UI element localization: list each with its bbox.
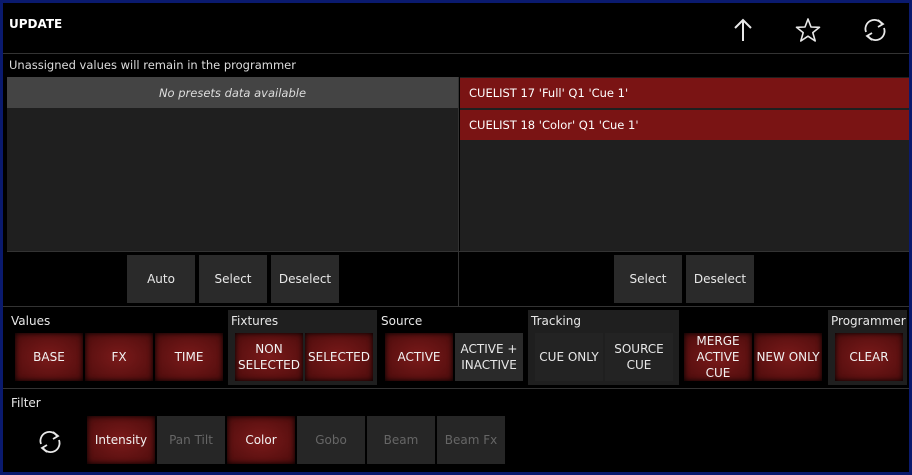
cuelist-item[interactable]: CUELIST 17 'Full' Q1 'Cue 1' <box>460 78 909 108</box>
new-only-button[interactable]: NEW ONLY <box>754 333 822 381</box>
filter-gobo-button[interactable]: Gobo <box>297 416 365 464</box>
filter-pan-tilt-button[interactable]: Pan Tilt <box>157 416 225 464</box>
star-icon[interactable] <box>789 11 827 49</box>
active-button[interactable]: ACTIVE <box>385 333 453 381</box>
programmer-label: Programmer <box>831 314 906 328</box>
filter-color-button[interactable]: Color <box>227 416 295 464</box>
header-divider <box>3 53 909 54</box>
active-inactive-button[interactable]: ACTIVE + INACTIVE <box>455 333 523 381</box>
no-presets-message: No presets data available <box>7 77 458 108</box>
cue-only-button[interactable]: CUE ONLY <box>535 333 603 381</box>
presets-deselect-button[interactable]: Deselect <box>271 255 339 303</box>
non-selected-button[interactable]: NON SELECTED <box>235 333 303 381</box>
source-label: Source <box>381 314 423 328</box>
cuelist-item[interactable]: CUELIST 18 'Color' Q1 'Cue 1' <box>460 110 909 140</box>
options-divider <box>3 306 909 307</box>
tracking-label: Tracking <box>531 314 581 328</box>
auto-button[interactable]: Auto <box>127 255 195 303</box>
fixtures-label: Fixtures <box>231 314 279 328</box>
presets-select-button[interactable]: Select <box>199 255 267 303</box>
cuelists-deselect-button[interactable]: Deselect <box>686 255 754 303</box>
values-label: Values <box>11 314 51 328</box>
refresh-icon[interactable] <box>856 11 894 49</box>
merge-active-cue-button[interactable]: MERGE ACTIVE CUE <box>684 333 752 381</box>
filter-refresh-icon[interactable] <box>31 423 69 461</box>
info-text: Unassigned values will remain in the pro… <box>9 58 296 72</box>
source-cue-button[interactable]: SOURCE CUE <box>605 333 673 381</box>
window-title: UPDATE <box>9 17 63 31</box>
fx-button[interactable]: FX <box>85 333 153 381</box>
filter-intensity-button[interactable]: Intensity <box>87 416 155 464</box>
base-button[interactable]: BASE <box>15 333 83 381</box>
filter-divider <box>3 388 909 389</box>
selected-button[interactable]: SELECTED <box>305 333 373 381</box>
cuelists-select-button[interactable]: Select <box>614 255 682 303</box>
filter-beam-fx-button[interactable]: Beam Fx <box>437 416 505 464</box>
time-button[interactable]: TIME <box>155 333 223 381</box>
filter-label: Filter <box>11 396 41 410</box>
filter-beam-button[interactable]: Beam <box>367 416 435 464</box>
arrow-up-icon[interactable] <box>724 11 762 49</box>
clear-button[interactable]: CLEAR <box>835 333 903 381</box>
center-divider <box>458 77 459 306</box>
update-window: UPDATE Unassigned values will remain in … <box>3 3 909 472</box>
